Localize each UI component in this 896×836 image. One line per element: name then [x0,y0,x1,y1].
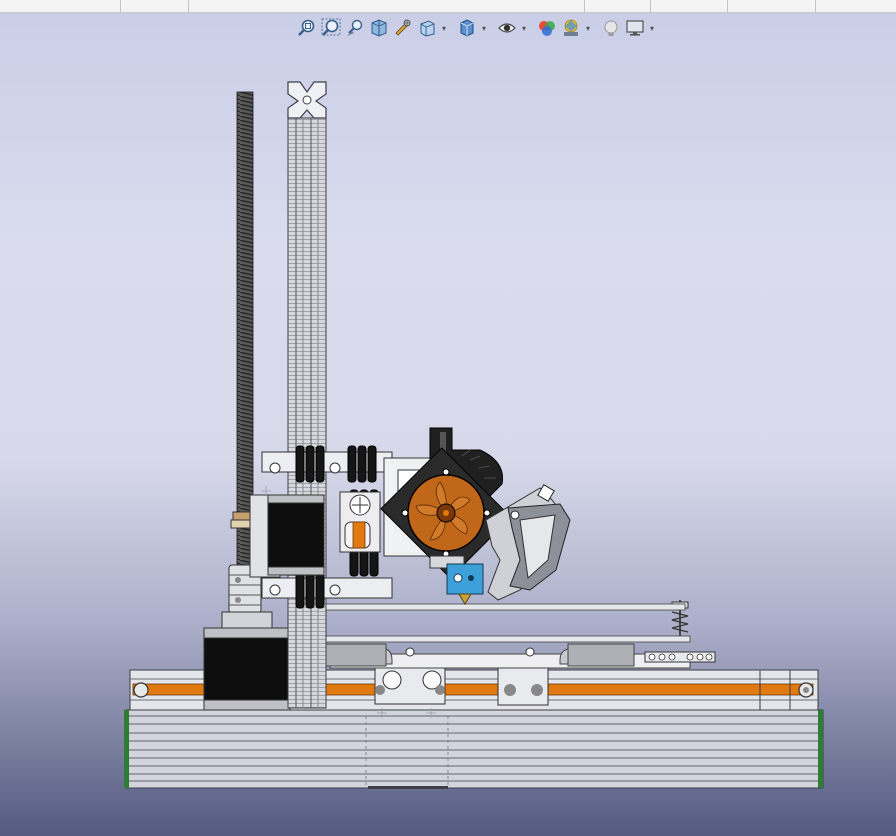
previous-view-button[interactable] [344,17,366,39]
section-view-icon [371,19,387,37]
top-strip [0,0,896,13]
base-extrusion[interactable] [124,709,824,789]
view-orientation-button[interactable] [416,17,438,39]
hide-show-items-dropdown[interactable]: ▾ [520,17,528,39]
view-orientation-dropdown[interactable]: ▾ [440,17,448,39]
hide-show-items-button[interactable] [496,17,518,39]
extruder-assembly[interactable] [380,427,571,605]
z-vertical-extrusion[interactable] [287,81,327,709]
display-style-button[interactable] [456,17,478,39]
zoom-to-area-icon [321,18,341,36]
heads-up-view-toolbar: ▾ ▾ ▾ ▾ ▾ [296,16,656,40]
z-stepper-motor[interactable] [203,611,291,711]
zoom-to-fit-icon [298,19,315,36]
view-settings-icon [604,20,618,36]
heater-block[interactable] [429,555,484,605]
section-view-button[interactable] [368,17,390,39]
view-orientation-icon [420,20,435,37]
apply-scene-dropdown[interactable]: ▾ [584,17,592,39]
edit-appearance-button[interactable] [536,17,558,39]
display-monitor-button[interactable] [624,17,646,39]
zoom-to-fit-button[interactable] [296,17,318,39]
zoom-to-area-button[interactable] [320,17,342,39]
apply-scene-button[interactable] [560,17,582,39]
apply-scene-icon [564,19,578,36]
view-settings-button[interactable] [600,17,622,39]
x-stepper-motor[interactable] [267,494,325,576]
display-style-dropdown[interactable]: ▾ [480,17,488,39]
x-idler[interactable] [339,491,381,553]
dynamic-annotation-button[interactable] [392,17,414,39]
printer-assembly-model[interactable] [0,42,896,836]
display-monitor-icon [626,20,644,36]
graphics-area[interactable] [0,42,896,836]
dynamic-annotation-icon [395,19,411,36]
previous-view-icon [347,19,363,36]
edit-appearance-icon [539,21,555,36]
display-style-icon [460,19,474,37]
display-monitor-dropdown[interactable]: ▾ [648,17,656,39]
hide-show-items-icon [498,23,516,33]
fan-duct[interactable] [485,484,571,601]
